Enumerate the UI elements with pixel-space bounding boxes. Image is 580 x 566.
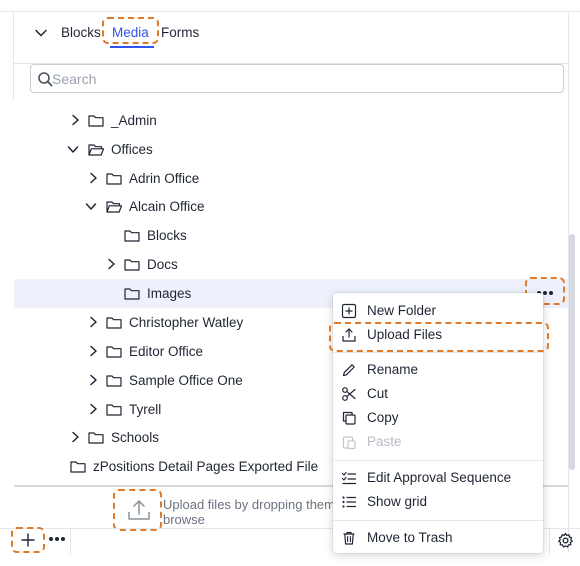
menu-item-label: Edit Approval Sequence [367,470,512,485]
toolbar-divider [70,528,71,554]
tree-item-label: zPositions Detail Pages Exported File [93,459,319,474]
dot [549,291,553,295]
menu-item-paste[interactable]: Paste [333,430,543,454]
chevron-right-icon[interactable] [104,257,118,271]
menu-item-copy[interactable]: Copy [333,406,543,430]
tab-blocks[interactable]: Blocks [61,25,101,40]
tree-item-docs[interactable]: Docs [14,250,568,279]
menu-item-label: Paste [367,434,402,449]
chevron-right-icon[interactable] [86,171,100,185]
scissors-icon [342,387,356,401]
top-strip [0,0,580,12]
dot [543,291,547,295]
menu-item-label: Copy [367,410,399,425]
menu-item-edit-approval-sequence[interactable]: Edit Approval Sequence [333,466,543,490]
left-rail [0,12,14,100]
folder-icon [124,230,140,242]
menu-item-label: Rename [367,362,419,377]
menu-item-label: New Folder [367,303,437,318]
folder-icon [124,288,140,300]
copy-icon [342,411,356,425]
paste-icon [342,436,356,450]
menu-item-label: Cut [367,386,389,401]
tree-item-label: Schools [111,430,160,445]
search-box[interactable] [30,64,564,93]
folder-icon [106,317,122,329]
chevron-right-icon[interactable] [86,402,100,416]
tree-item-adrin-office[interactable]: Adrin Office [14,164,568,193]
chevron-right-icon[interactable] [86,344,100,358]
folder-icon [124,259,140,271]
tree-item-blocks[interactable]: Blocks [14,221,568,250]
menu-separator [333,460,543,461]
trash-icon [343,531,355,545]
upload-icon[interactable] [124,496,154,524]
tree-item-label: Alcain Office [129,199,205,214]
tree-item-label: _Admin [111,113,157,128]
menu-separator [333,520,543,521]
tree-item-label: Images [147,286,192,301]
folder-icon [106,404,122,416]
chevron-right-icon[interactable] [68,113,82,127]
folder-icon [106,346,122,358]
list-icon [342,496,357,508]
tree-item-label: Offices [111,142,153,157]
tree-item-admin[interactable]: _Admin [14,106,568,135]
menu-item-label: Upload Files [367,327,443,342]
tree-scrollbar-thumb[interactable] [569,234,575,470]
folder-plus-icon [341,303,357,319]
folder-open-icon [106,201,122,213]
menu-item-label: Move to Trash [367,530,453,545]
context-menu: New Folder Upload Files Rename Cut Copy … [333,293,543,553]
folder-icon [70,461,86,473]
tree-item-offices[interactable]: Offices [14,135,568,164]
folder-icon [88,115,104,127]
upload-icon [342,328,356,342]
menu-item-move-to-trash[interactable]: Move to Trash [333,526,543,550]
chevron-down-icon[interactable] [66,142,80,156]
search-icon [38,72,53,87]
chevron-right-icon[interactable] [86,373,100,387]
folder-open-icon [88,144,104,156]
folder-icon [106,375,122,387]
menu-item-rename[interactable]: Rename [333,358,543,382]
menu-item-upload-files[interactable]: Upload Files [333,323,543,347]
tab-media[interactable]: Media [112,25,149,40]
dot [61,537,65,541]
tree-item-label: Docs [147,257,178,272]
tree-item-alcain-office[interactable]: Alcain Office [14,192,568,221]
folder-icon [106,173,122,185]
tree-item-label: Sample Office One [129,373,243,388]
menu-item-show-grid[interactable]: Show grid [333,490,543,514]
plus-icon[interactable] [19,531,37,549]
tree-item-label: Editor Office [129,344,204,359]
menu-item-label: Show grid [367,494,428,509]
tab-forms[interactable]: Forms [161,25,199,40]
menu-separator [333,352,543,353]
chevron-right-icon[interactable] [68,430,82,444]
toolbar-more-button[interactable] [47,537,65,543]
gear-icon[interactable] [557,532,574,549]
chevron-right-icon[interactable] [86,315,100,329]
folder-icon [88,432,104,444]
tab-media-underline [110,46,154,48]
chevron-down-icon[interactable] [84,199,98,213]
collapse-chevron-icon[interactable] [34,26,48,40]
dot [55,537,59,541]
toolbar-divider [549,528,550,554]
checklist-icon [341,471,357,485]
dot [49,537,53,541]
tree-item-label: Christopher Watley [129,315,244,330]
search-input[interactable] [52,69,552,89]
pencil-icon [342,364,355,377]
menu-item-new-folder[interactable]: New Folder [333,299,543,323]
tree-item-label: Adrin Office [129,171,200,186]
menu-item-cut[interactable]: Cut [333,382,543,406]
tree-item-label: Blocks [147,228,187,243]
tree-item-label: Tyrell [129,402,162,417]
